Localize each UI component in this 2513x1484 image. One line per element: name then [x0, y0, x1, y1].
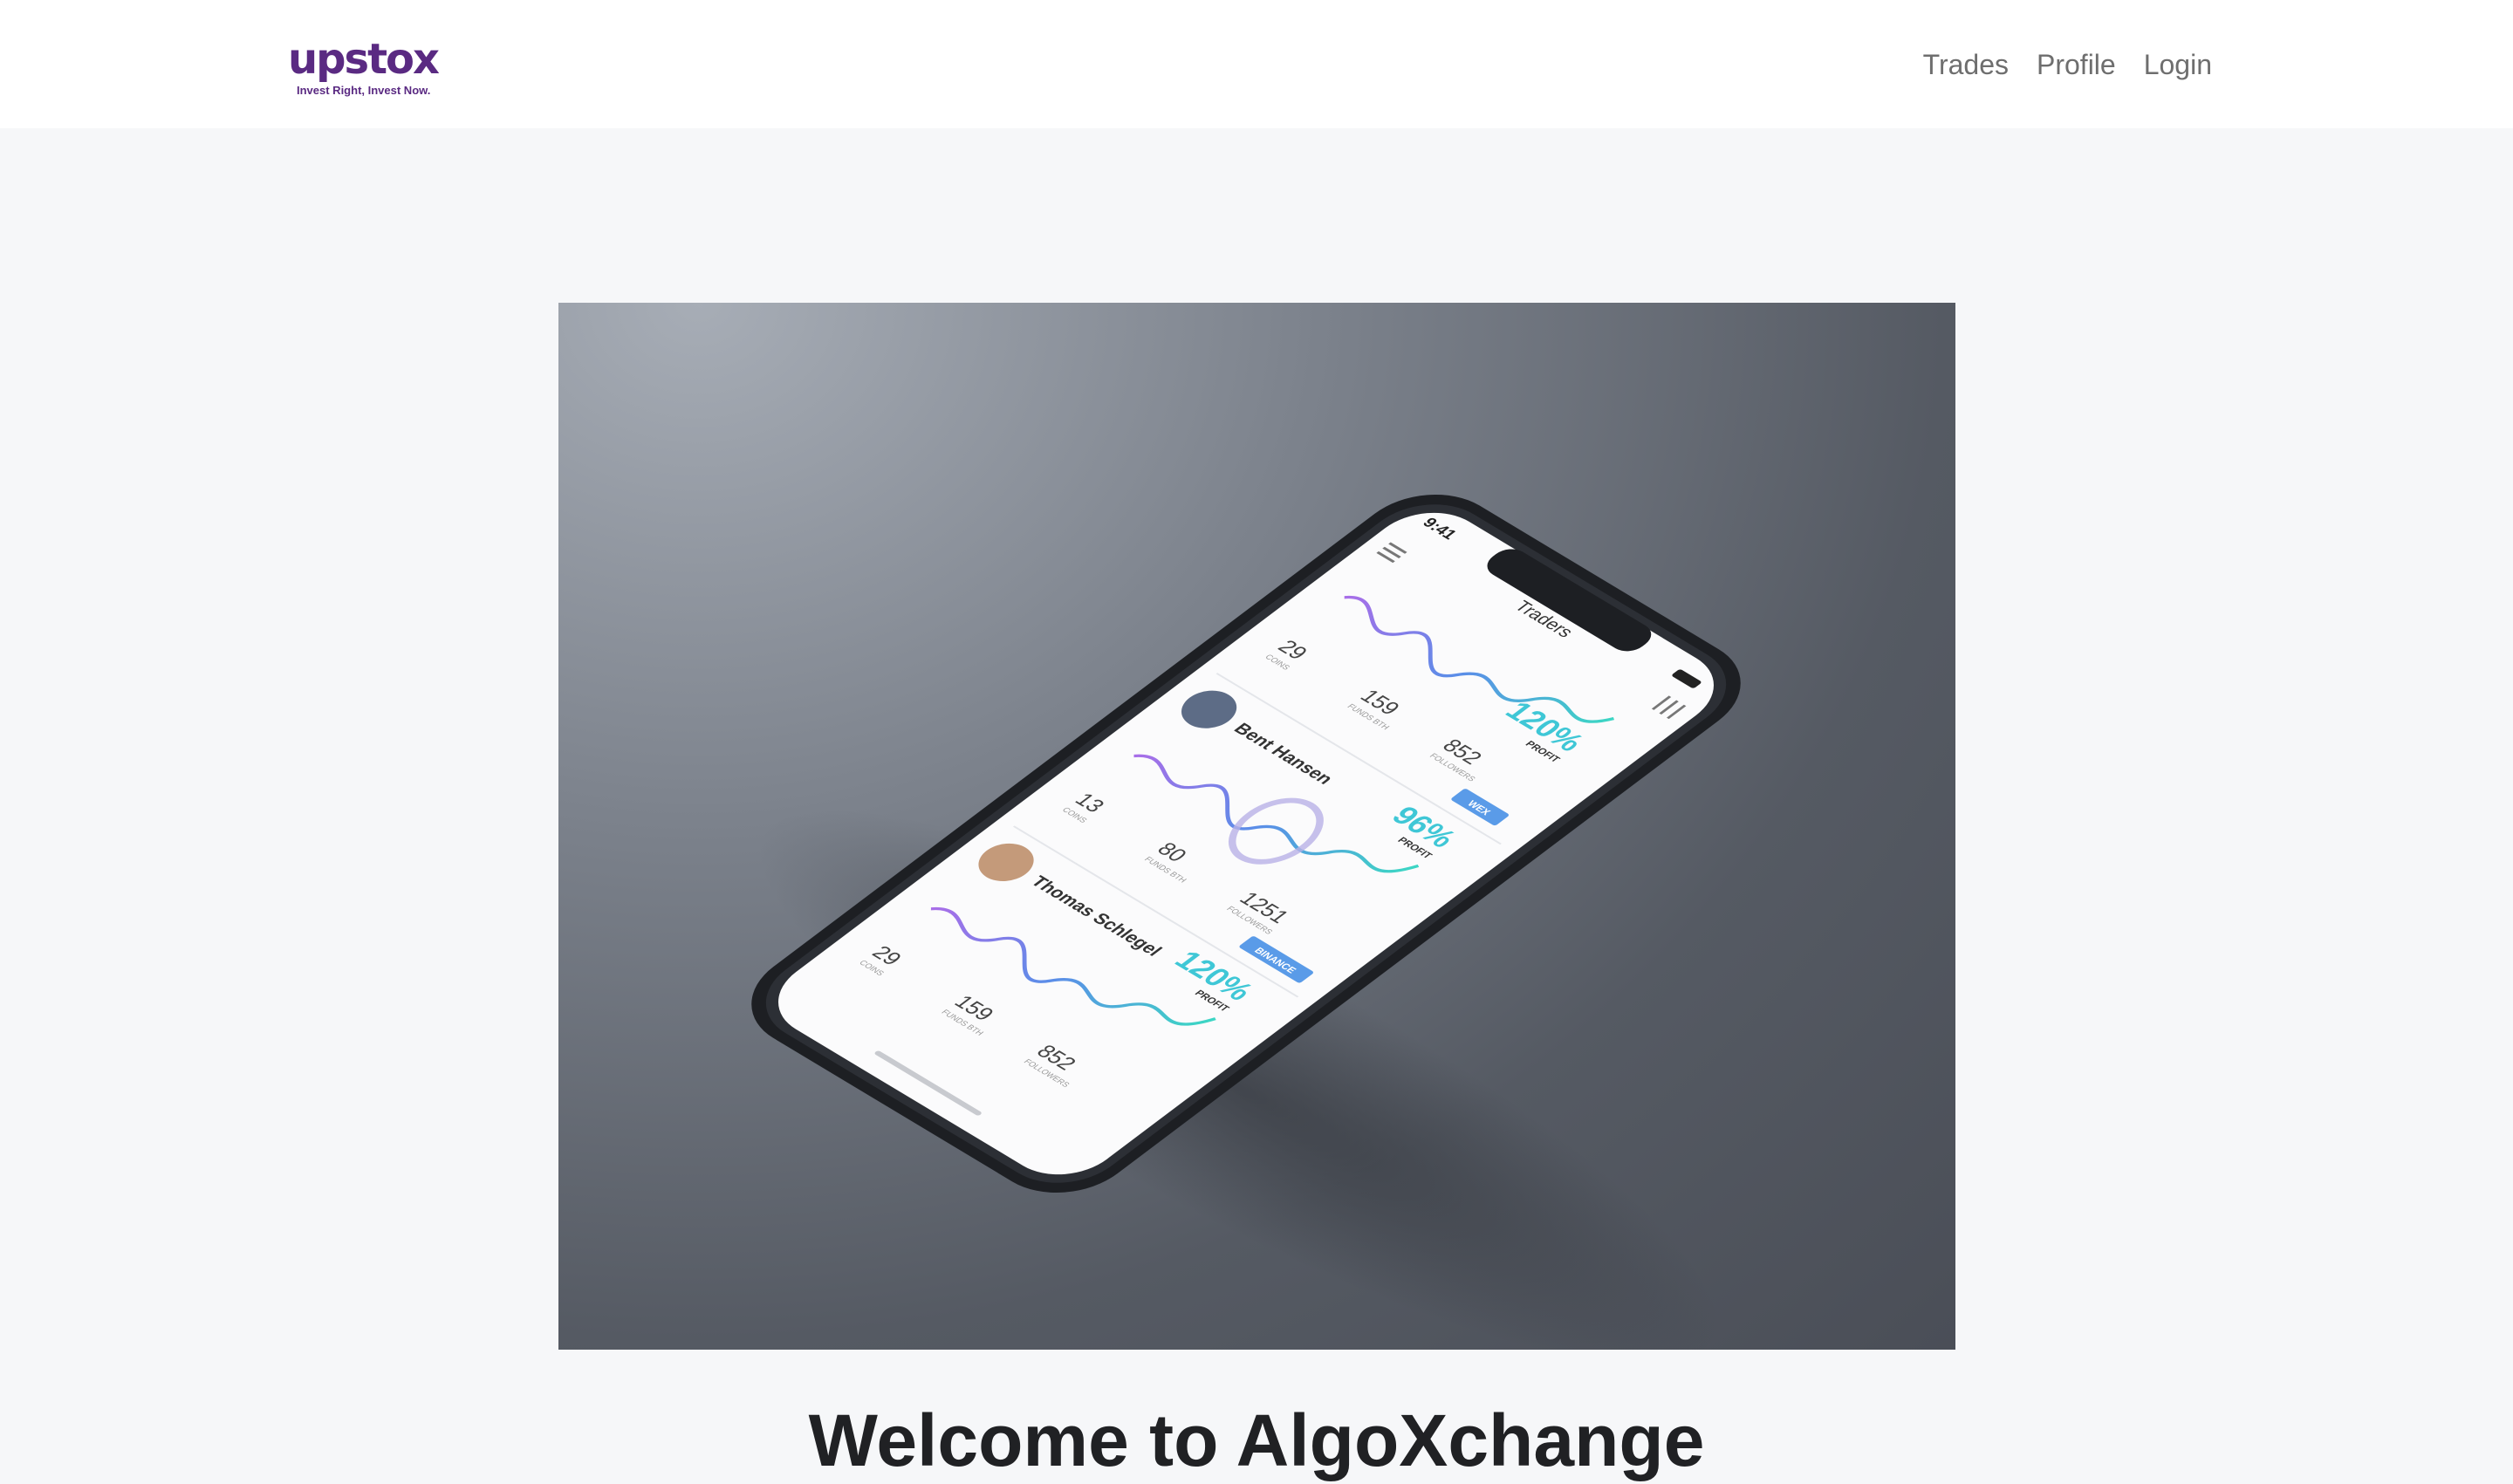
upstox-logo[interactable]: upstox Invest Right, Invest Now.	[288, 35, 440, 105]
navbar: upstox Invest Right, Invest Now. Trades …	[0, 0, 2513, 128]
hero-image: 9:41 Traders 120% PROFIT 29 COINS 159 FU…	[558, 303, 1955, 1350]
nav-links: Trades Profile Login	[1923, 45, 2212, 84]
nav-login-link[interactable]: Login	[2144, 45, 2212, 84]
brand-name: upstox	[288, 35, 440, 84]
welcome-heading: Welcome to AlgoXchange	[808, 1399, 1705, 1482]
brand-tagline: Invest Right, Invest Now.	[297, 84, 431, 97]
nav-profile-link[interactable]: Profile	[2037, 45, 2116, 84]
nav-trades-link[interactable]: Trades	[1923, 45, 2009, 84]
phone-mockup-illustration: 9:41 Traders 120% PROFIT 29 COINS 159 FU…	[751, 494, 1741, 1350]
